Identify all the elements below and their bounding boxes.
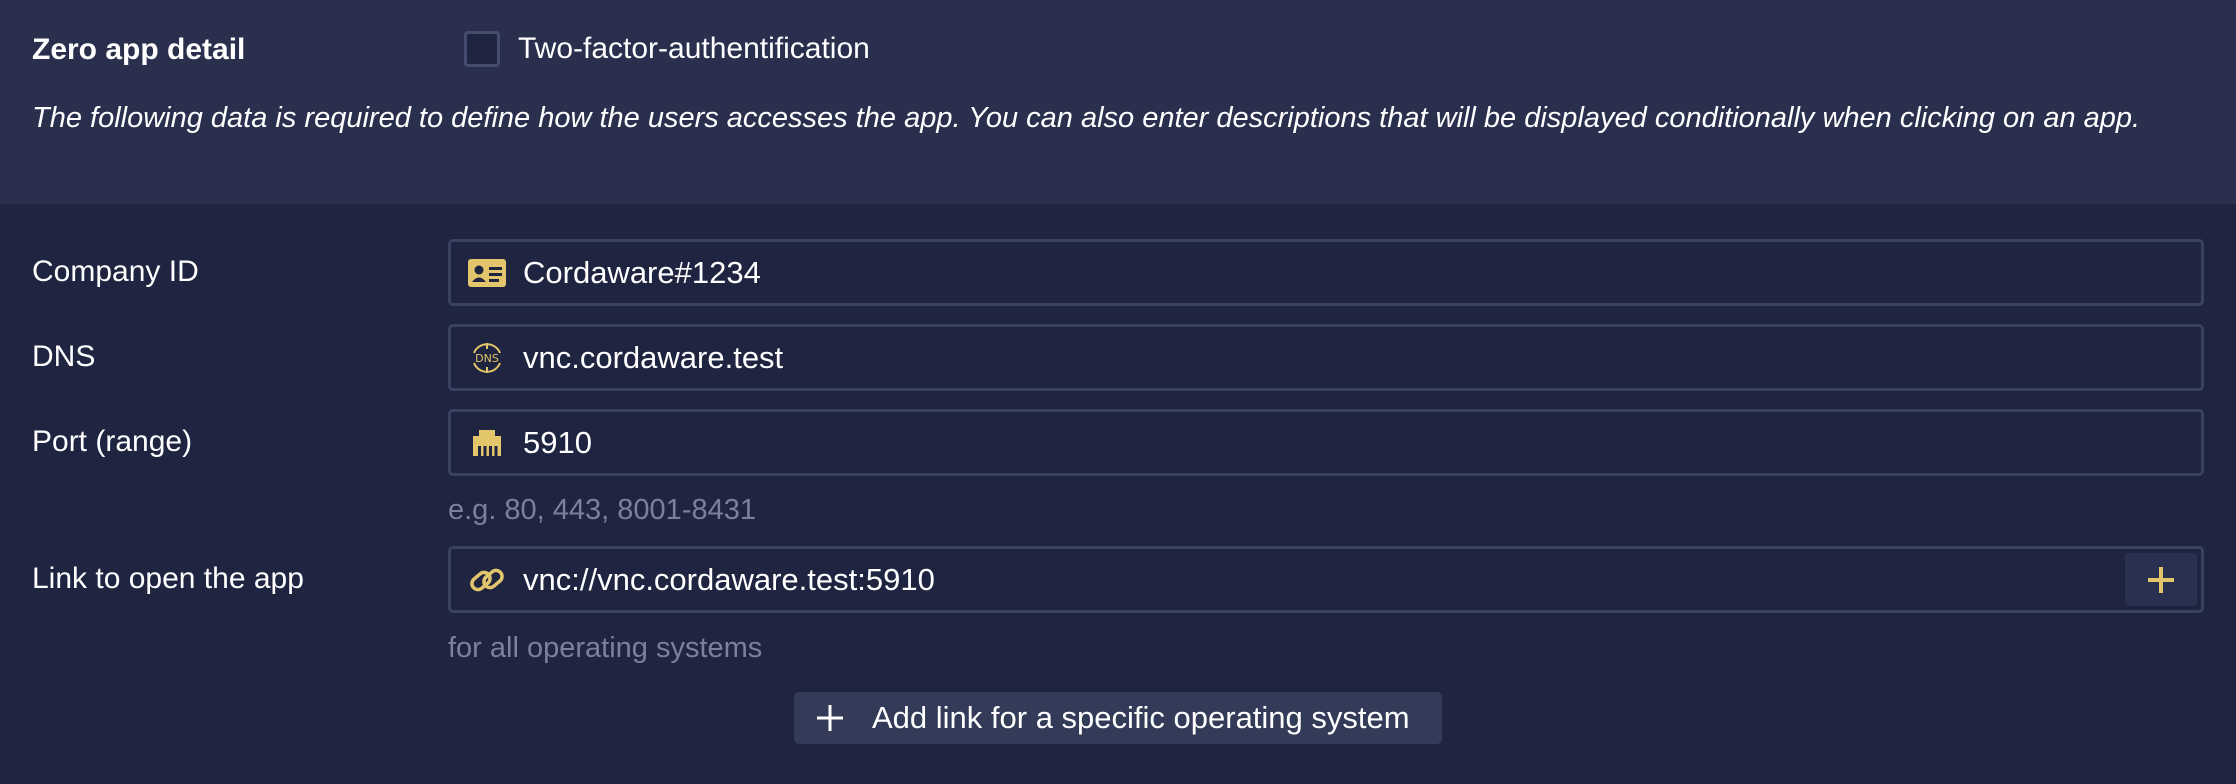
port-label: Port (range) (32, 425, 193, 458)
two-factor-checkbox[interactable] (464, 31, 500, 67)
dns-field[interactable]: DNS vnc.cordaware.test (448, 324, 2204, 391)
add-os-link-label[interactable]: Add link for a specific operating system (872, 698, 1410, 738)
dns-icon-text: DNS (475, 352, 499, 365)
port-hint: e.g. 80, 443, 8001-8431 (448, 494, 756, 526)
two-factor-label[interactable]: Two-factor-authentification (518, 29, 870, 69)
link-icon (451, 549, 523, 610)
link-field[interactable]: vnc://vnc.cordaware.test:5910 (448, 546, 2204, 613)
dns-label: DNS (32, 340, 96, 373)
section-description: The following data is required to define… (32, 102, 2141, 134)
app-detail-header: Zero app detail Two-factor-authentificat… (0, 0, 2236, 204)
add-link-plus-button[interactable] (2125, 553, 2197, 606)
port-field[interactable]: 5910 (448, 409, 2204, 476)
section-title: Zero app detail (32, 33, 246, 66)
dns-icon: DNS (451, 327, 523, 388)
link-hint: for all operating systems (448, 632, 763, 664)
company-id-input[interactable]: Cordaware#1234 (523, 253, 2201, 293)
company-id-field[interactable]: Cordaware#1234 (448, 239, 2204, 306)
link-label: Link to open the app (32, 562, 304, 595)
two-factor-toggle[interactable]: Two-factor-authentification (464, 29, 870, 69)
ethernet-port-icon (451, 412, 523, 473)
plus-icon (2148, 566, 2174, 593)
company-id-label: Company ID (32, 255, 199, 288)
add-os-link-button[interactable]: Add link for a specific operating system (794, 692, 1442, 744)
plus-icon (812, 700, 848, 736)
dns-input[interactable]: vnc.cordaware.test (523, 338, 2201, 378)
link-input[interactable]: vnc://vnc.cordaware.test:5910 (523, 560, 2125, 600)
port-input[interactable]: 5910 (523, 423, 2201, 463)
id-card-icon (451, 242, 523, 303)
